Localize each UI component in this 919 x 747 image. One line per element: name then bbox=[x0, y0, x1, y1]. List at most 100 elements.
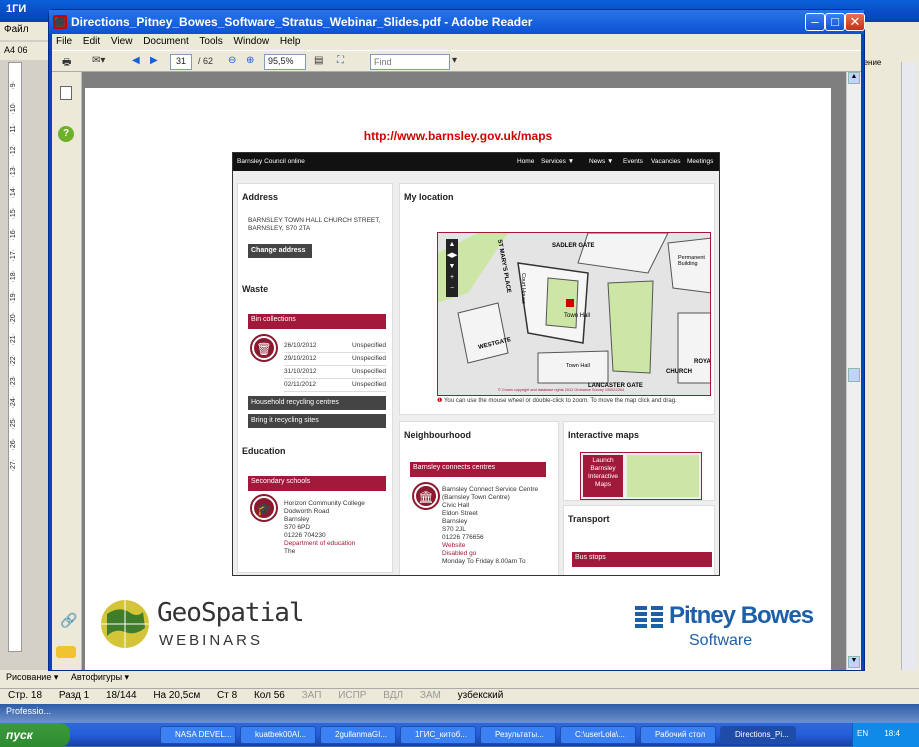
status-section: Разд 1 bbox=[58, 690, 90, 701]
location-title: My location bbox=[404, 192, 454, 202]
map-label: ROYA bbox=[694, 359, 711, 365]
bin-date: 26/10/2012 bbox=[284, 342, 317, 349]
left-column: Address BARNSLEY TOWN HALL CHURCH STREET… bbox=[237, 183, 393, 573]
ruler-number: ·19· bbox=[10, 291, 17, 304]
status-trk: ИСПР bbox=[338, 690, 367, 701]
draw-menu[interactable]: Рисование ▾ bbox=[6, 672, 58, 682]
menu-edit[interactable]: Edit bbox=[83, 36, 100, 47]
zoom-select[interactable]: 95,5% bbox=[264, 54, 306, 70]
task-button[interactable]: 2gullanmaGI... bbox=[320, 726, 396, 744]
task-button-active[interactable]: Directions_Pi... bbox=[720, 726, 796, 744]
minimize-button[interactable]: – bbox=[805, 13, 825, 31]
previous-page-icon[interactable]: ◀ bbox=[132, 55, 140, 69]
adobe-title-bar[interactable]: Directions_Pitney_Bowes_Software_Stratus… bbox=[49, 10, 864, 34]
menu-document[interactable]: Document bbox=[143, 36, 189, 47]
scroll-thumb[interactable] bbox=[848, 368, 860, 382]
maximize-button[interactable]: □ bbox=[825, 13, 845, 31]
site-nav-news: News ▼ bbox=[589, 158, 614, 165]
next-page-icon[interactable]: ▶ bbox=[150, 55, 158, 69]
menu-file[interactable]: File bbox=[56, 36, 72, 47]
ruler-number: ·18· bbox=[10, 270, 17, 283]
task-button[interactable]: kuatbek00AI... bbox=[240, 726, 316, 744]
bin-schedule: 26/10/2012 Unspecified 29/10/2012 Unspecif… bbox=[284, 340, 386, 392]
bin-collections-bar: Bin collections bbox=[248, 314, 386, 329]
school-icon: 🎓 bbox=[250, 494, 278, 522]
menu-help[interactable]: Help bbox=[280, 36, 301, 47]
close-button[interactable]: ✕ bbox=[845, 13, 865, 31]
geospatial-word: GeoSpatial bbox=[157, 598, 305, 628]
windows-taskbar: пуск NASA DEVEL... kuatbek00AI... 2gulla… bbox=[0, 722, 919, 747]
ruler-number: ·26· bbox=[10, 438, 17, 451]
find-dropdown-icon[interactable]: ▾ bbox=[452, 55, 457, 69]
task-button[interactable]: Рабочий стол bbox=[640, 726, 716, 744]
professional-bar: Professio... bbox=[0, 704, 919, 722]
comments-icon[interactable] bbox=[56, 646, 76, 658]
bin-status: Unspecified bbox=[352, 342, 386, 349]
task-button[interactable]: 1ГИС_китоб... bbox=[400, 726, 476, 744]
ruler-number: ·24· bbox=[10, 396, 17, 409]
adobe-menu-bar: File Edit View Document Tools Window Hel… bbox=[52, 34, 861, 50]
map-zoom-controls: ▲ ◀▶ ▼ + − bbox=[446, 239, 458, 297]
bin-status: Unspecified bbox=[352, 355, 386, 362]
connect-details: Barnsley Connect Service Centre (Barnsle… bbox=[442, 486, 558, 566]
civic-building-icon: 🏛 bbox=[412, 482, 440, 510]
school-more: The bbox=[284, 548, 296, 555]
connects-centres-bar: Barnsley connects centres bbox=[410, 462, 546, 477]
ruler-number: ·17· bbox=[10, 249, 17, 262]
ruler-number: ·23· bbox=[10, 375, 17, 388]
menu-window[interactable]: Window bbox=[234, 36, 270, 47]
system-tray: EN 18:4 bbox=[852, 723, 919, 747]
map-hint: ❶ You can use the mouse wheel or double-… bbox=[437, 397, 715, 405]
navigation-side-panel: ? 🔗 bbox=[52, 72, 82, 670]
print-icon[interactable]: 🖶 bbox=[62, 55, 71, 69]
connect-disabled-link: Disabled go bbox=[442, 550, 477, 557]
map-label: Permanent Building bbox=[678, 255, 705, 267]
site-nav-services: Services ▼ bbox=[541, 158, 575, 165]
task-button[interactable]: NASA DEVEL... bbox=[160, 726, 236, 744]
ruler-number: ·13· bbox=[10, 165, 17, 178]
background-scrollbar[interactable] bbox=[901, 62, 917, 682]
school-line: Horizon Community College bbox=[284, 500, 365, 507]
globe-icon bbox=[101, 600, 149, 648]
language-indicator[interactable]: EN bbox=[857, 729, 868, 738]
fit-width-icon[interactable]: ⛶ bbox=[337, 55, 344, 69]
pages-panel-icon[interactable] bbox=[60, 86, 72, 100]
find-input[interactable] bbox=[370, 54, 450, 70]
menu-view[interactable]: View bbox=[111, 36, 133, 47]
prof-label: Professio... bbox=[6, 706, 52, 716]
fit-page-icon[interactable]: ▤ bbox=[314, 55, 323, 69]
help-icon[interactable]: ? bbox=[58, 126, 74, 142]
connect-line: S70 2JL bbox=[442, 526, 466, 533]
document-area[interactable]: http://www.barnsley.gov.uk/maps Barnsley… bbox=[82, 72, 846, 670]
scroll-up-icon[interactable]: ▲ bbox=[848, 72, 860, 84]
bin-date: 29/10/2012 bbox=[284, 355, 317, 362]
page-number-input[interactable]: 31 bbox=[170, 54, 192, 70]
word-status-bar: Стр. 18 Разд 1 18/144 На 20,5см Ст 8 Кол… bbox=[0, 688, 919, 704]
document-scrollbar[interactable]: ▲ ▼ bbox=[846, 72, 861, 670]
slide-url: http://www.barnsley.gov.uk/maps bbox=[363, 129, 553, 143]
email-icon[interactable]: ✉▾ bbox=[92, 55, 105, 69]
site-nav-bar: Barnsley Council online Home Services ▼ … bbox=[233, 153, 719, 171]
task-button[interactable]: C:\userLola\... bbox=[560, 726, 636, 744]
task-button[interactable]: Результаты... bbox=[480, 726, 556, 744]
ruler-number: ·22· bbox=[10, 354, 17, 367]
webinars-word: WEBINARS bbox=[159, 632, 264, 649]
autoshapes-menu[interactable]: Автофигуры ▾ bbox=[71, 672, 129, 682]
start-button[interactable]: пуск bbox=[0, 723, 70, 747]
geospatial-logo: GeoSpatial WEBINARS bbox=[99, 596, 305, 656]
map-label: SADLER GATE bbox=[552, 243, 595, 249]
connect-website-link: Website bbox=[442, 542, 466, 549]
menu-tools[interactable]: Tools bbox=[199, 36, 222, 47]
my-location-panel: My location ▲ ◀▶ ▼ + − SADLER GATE ST MA… bbox=[399, 183, 715, 415]
transport-title: Transport bbox=[568, 514, 610, 524]
address-title: Address bbox=[242, 192, 279, 202]
zoom-out-icon[interactable]: ⊖ bbox=[228, 55, 236, 69]
attachments-icon[interactable]: 🔗 bbox=[60, 612, 77, 629]
background-title: 1ГИ bbox=[6, 3, 27, 15]
pitney-bowes-word: Pitney Bowes bbox=[669, 602, 814, 629]
status-line: Ст 8 bbox=[217, 690, 238, 701]
bin-icon: 🗑 bbox=[250, 334, 278, 362]
scroll-down-icon[interactable]: ▼ bbox=[848, 656, 860, 668]
zoom-in-icon[interactable]: ⊕ bbox=[246, 55, 254, 69]
location-map: ▲ ◀▶ ▼ + − SADLER GATE ST MARY'S PLACE Perma… bbox=[437, 232, 711, 396]
